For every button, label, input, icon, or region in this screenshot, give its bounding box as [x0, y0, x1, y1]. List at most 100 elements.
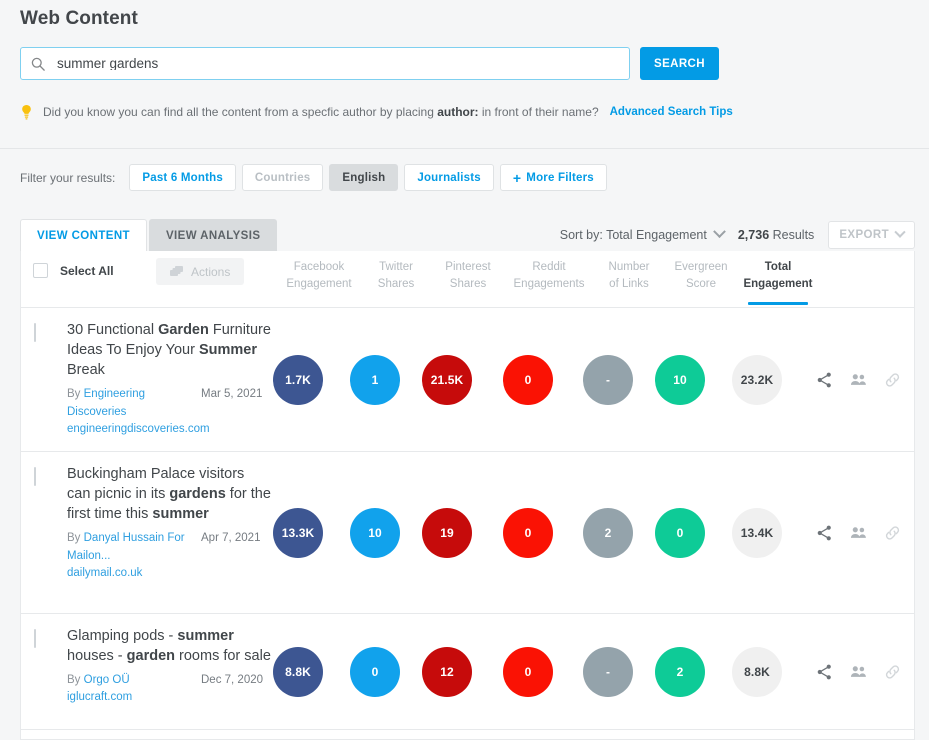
people-icon[interactable] — [850, 524, 867, 541]
metric-bubble-pinterest: 21.5K — [422, 354, 472, 405]
row-checkbox-cell[interactable] — [34, 467, 36, 486]
share-icon[interactable] — [816, 663, 833, 680]
article-domain-link[interactable]: engineeringdiscoveries.com — [67, 423, 271, 435]
row-checkbox[interactable] — [34, 323, 36, 342]
title-text: 30 Functional — [67, 322, 159, 338]
filter-chip-more-filters[interactable]: + More Filters — [499, 164, 607, 191]
people-icon[interactable] — [850, 663, 867, 680]
column-header-facebook[interactable]: Facebook Engagement — [279, 259, 359, 293]
column-header-twitter[interactable]: Twitter Shares — [356, 259, 436, 293]
tip-text-after: in front of their name? — [478, 105, 599, 119]
column-header-pinterest[interactable]: Pinterest Shares — [428, 259, 508, 293]
metric-bubble-total: 23.2K — [732, 354, 782, 405]
select-all[interactable]: Select All — [33, 263, 114, 278]
article-domain-link[interactable]: iglucraft.com — [67, 691, 271, 703]
metric-bubble-pinterest: 19 — [422, 507, 472, 558]
column-header-line1: Facebook — [293, 261, 345, 273]
title-text: houses - — [67, 648, 127, 664]
metric-bubble-number: - — [583, 646, 633, 697]
article-title[interactable]: 30 Functional Garden Furniture Ideas To … — [67, 320, 271, 380]
article-title[interactable]: Buckingham Palace visitors can picnic in… — [67, 464, 271, 524]
article-date: Dec 7, 2020 — [201, 674, 264, 686]
active-column-underline — [748, 302, 808, 305]
article-title[interactable]: Glamping pods - summer houses - garden r… — [67, 626, 271, 666]
row-action-icons — [816, 524, 901, 541]
results-word: Results — [772, 228, 815, 242]
title-highlight: Garden — [158, 322, 209, 338]
web-content-page: Web Content summer gardens SEARCH Did yo… — [0, 0, 929, 740]
share-icon[interactable] — [816, 524, 833, 541]
metric-bubble-evergreen: 0 — [655, 507, 705, 558]
results-list: 30 Functional Garden Furniture Ideas To … — [21, 308, 914, 730]
row-checkbox-cell[interactable] — [34, 629, 36, 648]
row-checkbox[interactable] — [34, 467, 36, 486]
title-text: Glamping pods - — [67, 628, 178, 644]
filter-label: Filter your results: — [20, 170, 116, 185]
column-header-total[interactable]: Total Engagement — [738, 259, 818, 305]
table-row[interactable]: 30 Functional Garden Furniture Ideas To … — [21, 308, 914, 452]
column-header-line2: Shares — [449, 278, 487, 290]
table-row[interactable]: Buckingham Palace visitors can picnic in… — [21, 452, 914, 614]
metric-bubble-evergreen: 10 — [655, 354, 705, 405]
row-content: Glamping pods - summer houses - garden r… — [21, 614, 271, 715]
search-row: summer gardens SEARCH — [20, 47, 719, 80]
column-header-line2: Engagement — [743, 278, 813, 290]
filter-chip-english[interactable]: English — [329, 164, 399, 191]
row-checkbox[interactable] — [34, 629, 36, 648]
article-byline: By Engineering Discoveries — [67, 385, 197, 421]
table-row[interactable]: Glamping pods - summer houses - garden r… — [21, 614, 914, 730]
filter-chip-countries[interactable]: Countries — [241, 164, 324, 191]
column-header-line1: Evergreen — [674, 261, 728, 273]
column-header-evergreen[interactable]: Evergreen Score — [661, 259, 741, 293]
article-meta: By Engineering Discoveries Mar 5, 2021 — [67, 385, 271, 421]
share-icon[interactable] — [816, 371, 833, 388]
tab-view-analysis[interactable]: VIEW ANALYSIS — [148, 219, 278, 251]
link-icon[interactable] — [884, 663, 901, 680]
title-highlight: summer — [152, 506, 209, 522]
results-number: 2,736 — [737, 228, 770, 242]
title-text: Break — [67, 362, 105, 378]
row-content: Buckingham Palace visitors can picnic in… — [21, 452, 271, 591]
row-action-icons — [816, 371, 901, 388]
article-byline: By Danyal Hussain For Mailon... — [67, 529, 197, 565]
sort-by-dropdown[interactable]: Sort by: Total Engagement — [560, 225, 728, 242]
column-header-reddit[interactable]: Reddit Engagements — [509, 259, 589, 293]
advanced-search-tips-link[interactable]: Advanced Search Tips — [610, 106, 733, 118]
metric-bubble-evergreen: 2 — [655, 646, 705, 697]
metric-bubble-twitter: 0 — [350, 646, 400, 697]
page-title: Web Content — [20, 8, 138, 29]
actions-button[interactable]: Actions — [156, 258, 245, 285]
tab-view-content[interactable]: VIEW CONTENT — [20, 219, 147, 251]
search-icon — [31, 57, 45, 71]
metric-bubble-twitter: 1 — [350, 354, 400, 405]
tip-keyword: author: — [437, 105, 479, 119]
export-button[interactable]: EXPORT — [828, 221, 915, 249]
title-highlight: garden — [126, 648, 175, 664]
column-header-line1: Number — [608, 261, 650, 273]
people-icon[interactable] — [850, 371, 867, 388]
author-link[interactable]: Orgo OÜ — [84, 674, 130, 686]
byline-prefix: By — [67, 532, 84, 544]
search-tip: Did you know you can find all the conten… — [20, 104, 733, 120]
metric-bubble-reddit: 0 — [503, 354, 553, 405]
title-highlight: gardens — [169, 486, 226, 502]
article-domain-link[interactable]: dailymail.co.uk — [67, 567, 271, 579]
select-all-checkbox[interactable] — [33, 263, 48, 278]
search-input[interactable]: summer gardens — [20, 47, 630, 80]
search-button[interactable]: SEARCH — [640, 47, 719, 80]
link-icon[interactable] — [884, 371, 901, 388]
filter-chip-past-6-months[interactable]: Past 6 Months — [129, 164, 236, 191]
metric-bubble-pinterest: 12 — [422, 646, 472, 697]
metric-bubble-total: 8.8K — [732, 646, 782, 697]
title-highlight: Summer — [198, 342, 257, 358]
row-checkbox-cell[interactable] — [34, 323, 36, 342]
author-link[interactable]: Danyal Hussain For Mailon... — [67, 532, 185, 562]
results-count: 2,736 Results — [738, 228, 814, 242]
title-text: rooms for sale — [175, 648, 271, 664]
article-date: Mar 5, 2021 — [201, 388, 263, 400]
filter-chip-label: Countries — [254, 171, 311, 184]
column-header-number[interactable]: Number of Links — [589, 259, 669, 293]
link-icon[interactable] — [884, 524, 901, 541]
byline-prefix: By — [67, 674, 84, 686]
filter-chip-journalists[interactable]: Journalists — [404, 164, 494, 191]
